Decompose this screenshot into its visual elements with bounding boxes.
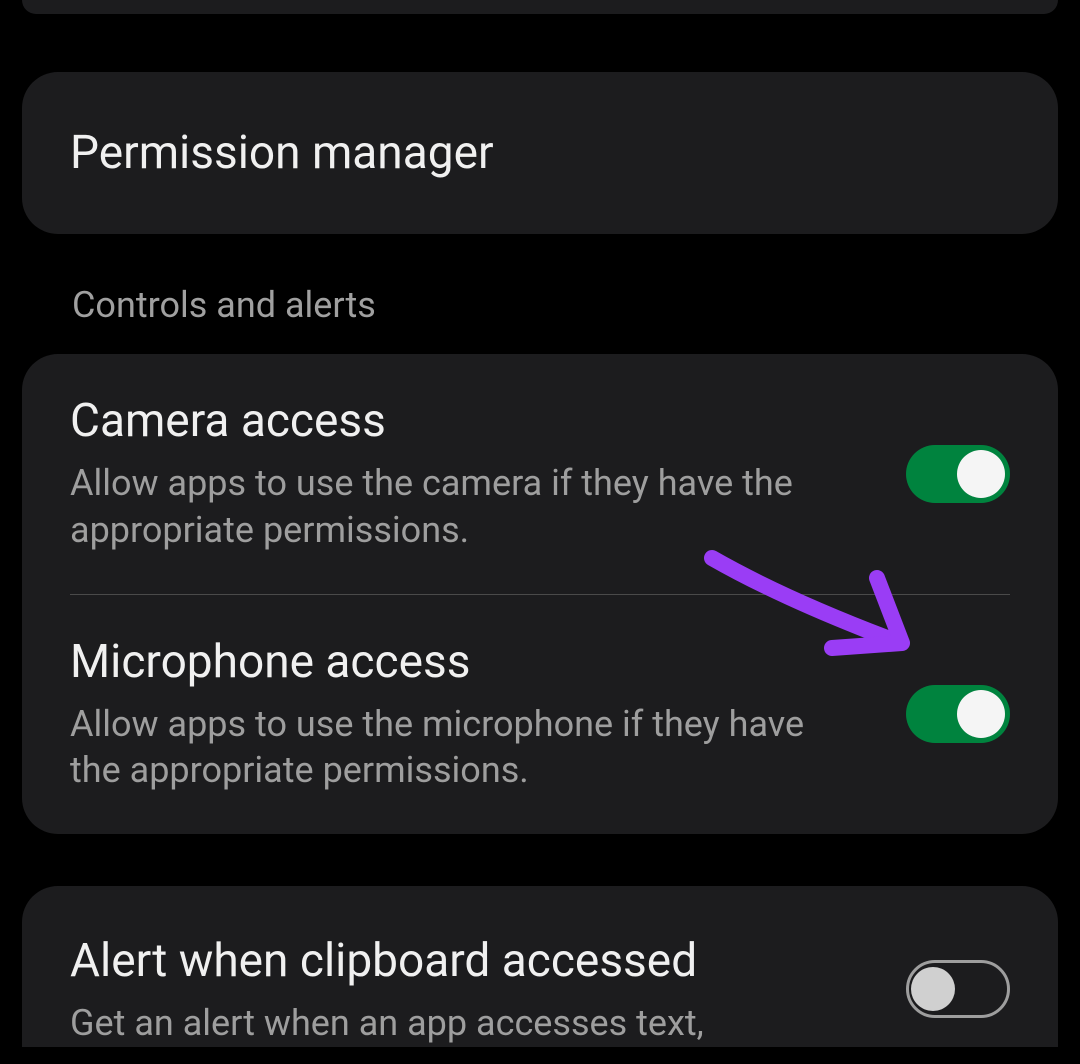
permission-manager-row[interactable]: Permission manager <box>22 72 1058 234</box>
clipboard-alert-toggle[interactable] <box>906 960 1010 1018</box>
camera-access-desc: Allow apps to use the camera if they hav… <box>70 460 856 554</box>
permission-manager-label: Permission manager <box>70 126 1010 180</box>
camera-access-toggle[interactable] <box>906 445 1010 503</box>
camera-access-row[interactable]: Camera access Allow apps to use the came… <box>22 354 1058 594</box>
microphone-access-toggle[interactable] <box>906 685 1010 743</box>
microphone-access-desc: Allow apps to use the microphone if they… <box>70 701 856 795</box>
toggle-knob <box>957 690 1005 738</box>
controls-alerts-card: Camera access Allow apps to use the came… <box>22 354 1058 834</box>
controls-alerts-header: Controls and alerts <box>72 284 1080 326</box>
camera-access-title: Camera access <box>70 394 856 448</box>
previous-card-bottom-edge <box>22 0 1058 14</box>
toggle-knob <box>957 450 1005 498</box>
clipboard-alert-info: Alert when clipboard accessed Get an ale… <box>70 934 856 1047</box>
microphone-access-info: Microphone access Allow apps to use the … <box>70 635 856 795</box>
microphone-access-title: Microphone access <box>70 635 856 689</box>
camera-access-info: Camera access Allow apps to use the came… <box>70 394 856 554</box>
clipboard-alert-desc: Get an alert when an app accesses text, <box>70 1000 856 1047</box>
microphone-access-row[interactable]: Microphone access Allow apps to use the … <box>70 594 1010 835</box>
toggle-knob <box>911 967 955 1011</box>
clipboard-alert-row[interactable]: Alert when clipboard accessed Get an ale… <box>22 886 1058 1047</box>
clipboard-alert-title: Alert when clipboard accessed <box>70 934 856 988</box>
